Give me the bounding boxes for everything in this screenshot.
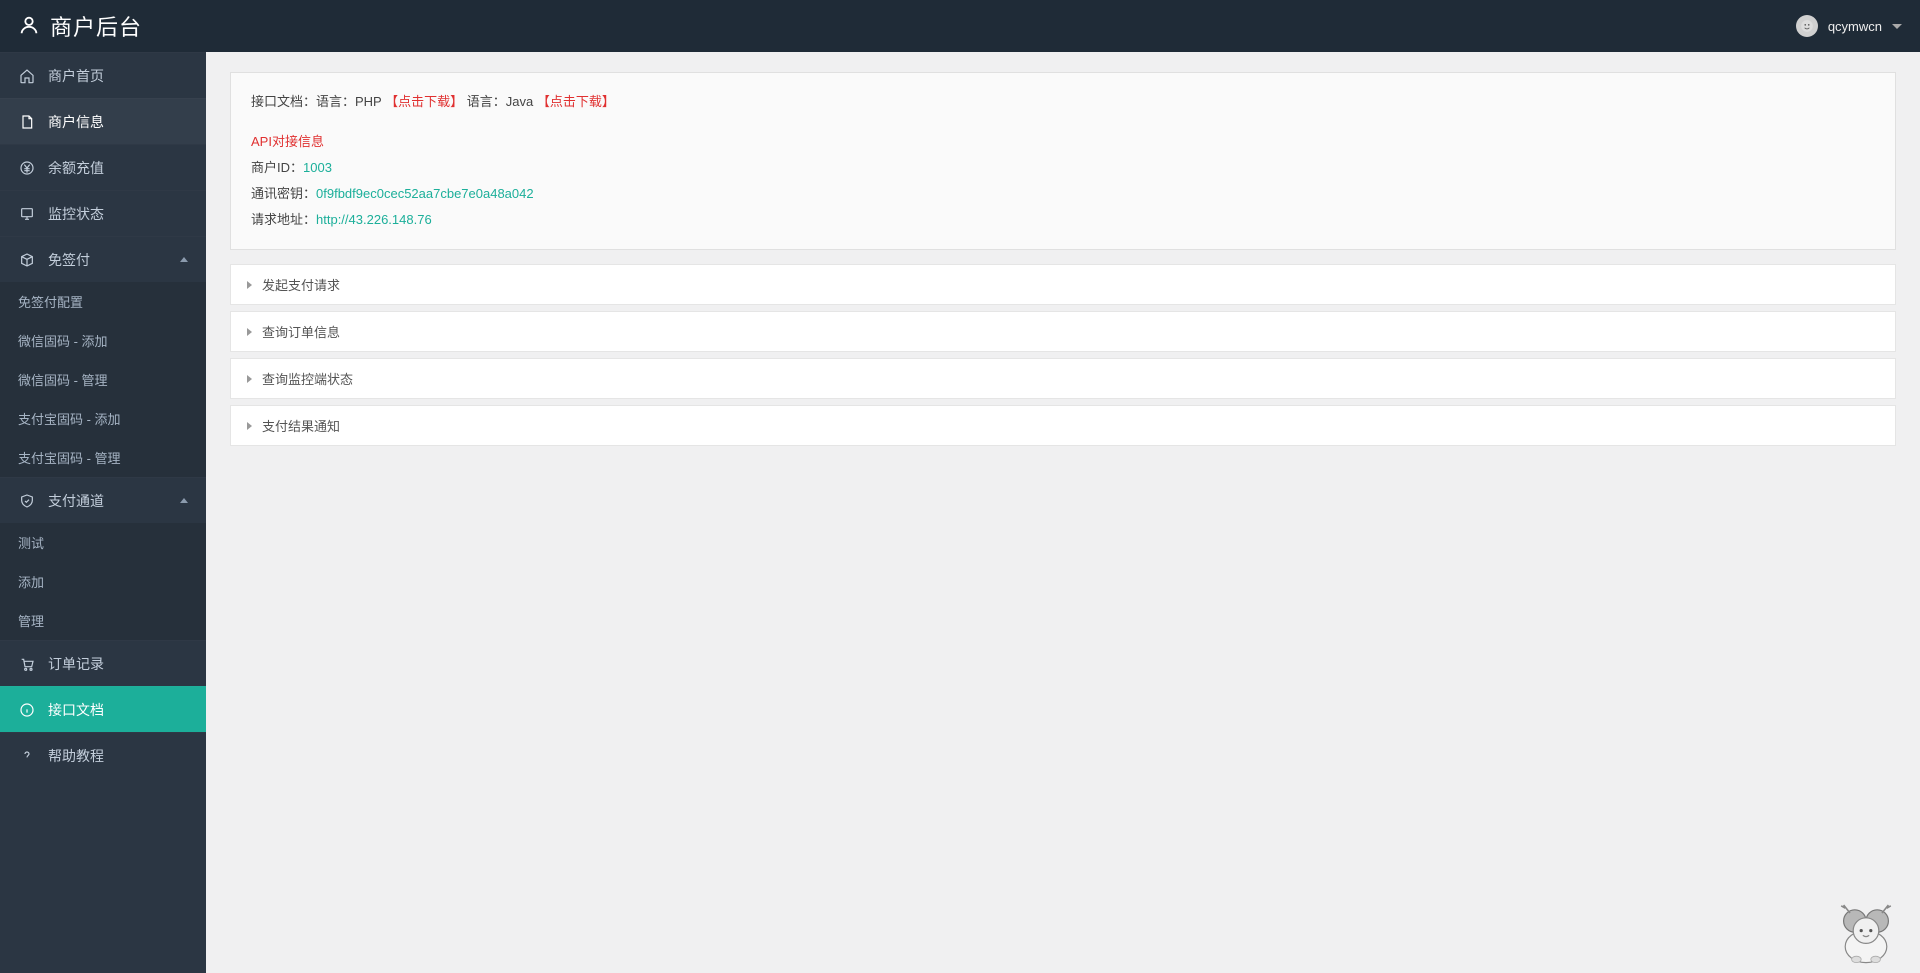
sidebar-item-label: 商户首页 <box>48 66 104 86</box>
mascot-decoration <box>1824 889 1908 969</box>
chevron-up-icon <box>180 498 188 503</box>
download-php-link[interactable]: 【点击下载】 <box>385 94 463 109</box>
info-panel: 接口文档：语言：PHP 【点击下载】 语言：Java 【点击下载】 API对接信… <box>230 72 1896 250</box>
sidebar-item-label: 订单记录 <box>48 654 104 674</box>
merchant-id-value: 1003 <box>303 160 332 175</box>
brand-area: 商户后台 <box>18 10 142 42</box>
sidebar-item-monitor[interactable]: 监控状态 <box>0 190 206 236</box>
chevron-right-icon <box>247 375 252 383</box>
home-icon <box>18 67 36 85</box>
accordion-label: 查询订单信息 <box>262 322 340 341</box>
accordion-label: 发起支付请求 <box>262 275 340 294</box>
merchant-id-row: 商户ID：1003 <box>251 155 1875 181</box>
user-menu[interactable]: qcymwcn <box>1796 15 1902 37</box>
document-icon <box>18 113 36 131</box>
sidebar-item-label: 余额充值 <box>48 158 104 178</box>
sidebar-item-label: 商户信息 <box>48 112 104 132</box>
doc-links-line: 接口文档：语言：PHP 【点击下载】 语言：Java 【点击下载】 <box>251 89 1875 115</box>
sidebar-sub-channel-manage[interactable]: 管理 <box>0 601 206 640</box>
main-content: 接口文档：语言：PHP 【点击下载】 语言：Java 【点击下载】 API对接信… <box>206 52 1920 973</box>
addr-label: 请求地址： <box>251 212 316 227</box>
doc-mid: 语言：Java <box>467 94 533 109</box>
sidebar-sub-wx-manage[interactable]: 微信固码 - 管理 <box>0 360 206 399</box>
sidebar-item-label: 监控状态 <box>48 204 104 224</box>
merchant-id-label: 商户ID： <box>251 160 303 175</box>
brand-title: 商户后台 <box>50 10 142 42</box>
sidebar-sub-channel-test[interactable]: 测试 <box>0 523 206 562</box>
sidebar-item-recharge[interactable]: 余额充值 <box>0 144 206 190</box>
sidebar-item-merchant-info[interactable]: 商户信息 <box>0 98 206 144</box>
accordion-label: 查询监控端状态 <box>262 369 353 388</box>
api-info-title: API对接信息 <box>251 129 1875 155</box>
accordion-query-order[interactable]: 查询订单信息 <box>230 311 1896 352</box>
sidebar-item-label: 支付通道 <box>48 491 104 511</box>
accordion-label: 支付结果通知 <box>262 416 340 435</box>
yen-icon <box>18 159 36 177</box>
sidebar-sub-wx-add[interactable]: 微信固码 - 添加 <box>0 321 206 360</box>
chevron-right-icon <box>247 281 252 289</box>
chevron-down-icon <box>1892 24 1902 29</box>
sidebar-sub-ali-add[interactable]: 支付宝固码 - 添加 <box>0 399 206 438</box>
sidebar-item-orders[interactable]: 订单记录 <box>0 640 206 686</box>
sidebar-item-label: 免签付 <box>48 250 90 270</box>
shield-icon <box>18 492 36 510</box>
avatar <box>1796 15 1818 37</box>
accordion-pay-notify[interactable]: 支付结果通知 <box>230 405 1896 446</box>
box-icon <box>18 251 36 269</box>
top-header: 商户后台 qcymwcn <box>0 0 1920 52</box>
question-icon <box>18 747 36 765</box>
chevron-right-icon <box>247 422 252 430</box>
cart-icon <box>18 655 36 673</box>
sidebar-sub-channel-add[interactable]: 添加 <box>0 562 206 601</box>
sidebar-item-api-docs[interactable]: 接口文档 <box>0 686 206 732</box>
sidebar-item-exempt[interactable]: 免签付 <box>0 236 206 282</box>
sidebar: 商户首页 商户信息 余额充值 监控状态 免签付 免签付配置 微信固码 - 添加 … <box>0 52 206 973</box>
sidebar-sub-exempt-config[interactable]: 免签付配置 <box>0 282 206 321</box>
addr-row: 请求地址：http://43.226.148.76 <box>251 207 1875 233</box>
chevron-up-icon <box>180 257 188 262</box>
key-row: 通讯密钥：0f9fbdf9ec0cec52aa7cbe7e0a48a042 <box>251 181 1875 207</box>
accordion-monitor-status[interactable]: 查询监控端状态 <box>230 358 1896 399</box>
chevron-right-icon <box>247 328 252 336</box>
doc-prefix: 接口文档：语言：PHP <box>251 94 382 109</box>
download-java-link[interactable]: 【点击下载】 <box>537 94 615 109</box>
sidebar-item-label: 帮助教程 <box>48 746 104 766</box>
key-value: 0f9fbdf9ec0cec52aa7cbe7e0a48a042 <box>316 186 534 201</box>
monitor-icon <box>18 205 36 223</box>
sidebar-item-label: 接口文档 <box>48 700 104 720</box>
addr-value[interactable]: http://43.226.148.76 <box>316 212 432 227</box>
sidebar-item-help[interactable]: 帮助教程 <box>0 732 206 778</box>
user-icon <box>18 14 40 39</box>
key-label: 通讯密钥： <box>251 186 316 201</box>
info-icon <box>18 701 36 719</box>
username-label: qcymwcn <box>1828 19 1882 34</box>
sidebar-item-home[interactable]: 商户首页 <box>0 52 206 98</box>
accordion-pay-request[interactable]: 发起支付请求 <box>230 264 1896 305</box>
sidebar-item-channel[interactable]: 支付通道 <box>0 477 206 523</box>
sidebar-sub-ali-manage[interactable]: 支付宝固码 - 管理 <box>0 438 206 477</box>
